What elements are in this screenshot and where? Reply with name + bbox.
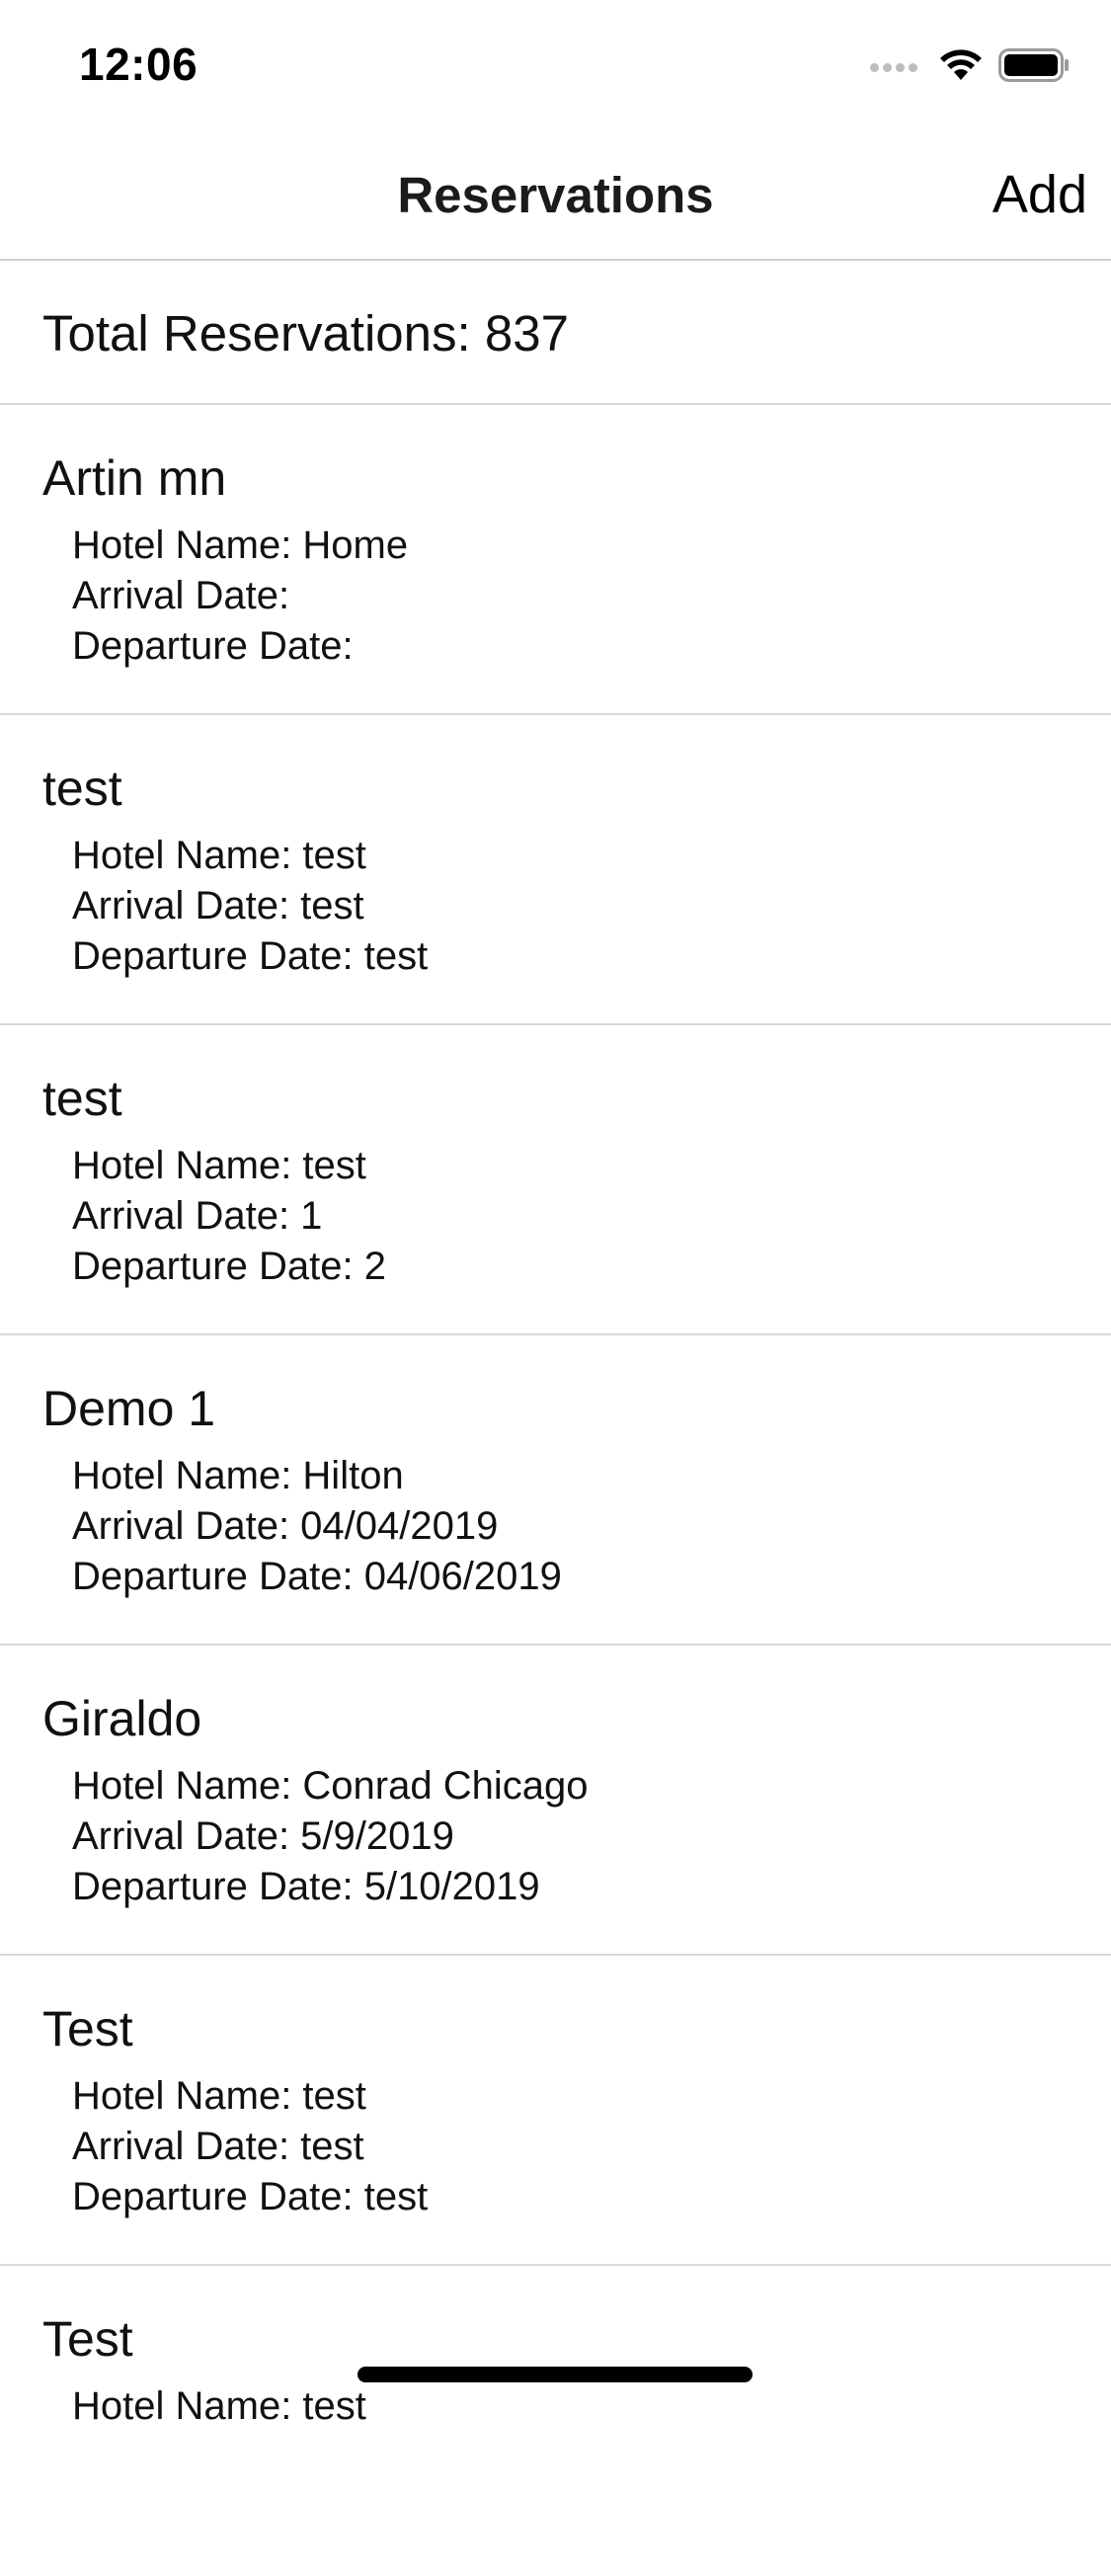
home-indicator[interactable] (357, 2367, 753, 2382)
arrival-date: Arrival Date: (72, 574, 290, 617)
hotel-name: Hotel Name: Conrad Chicago (72, 1764, 589, 1808)
arrival-date: Arrival Date: 04/04/2019 (72, 1504, 499, 1548)
list-item[interactable]: Demo 1 Hotel Name: Hilton Arrival Date: … (0, 1335, 1111, 1646)
guest-name: Demo 1 (42, 1381, 216, 1436)
arrival-date: Arrival Date: test (72, 884, 364, 927)
list-item[interactable]: Test Hotel Name: test Arrival Date: test… (0, 1956, 1111, 2266)
departure-date: Departure Date: 2 (72, 1245, 386, 1288)
status-bar: 12:06 (0, 0, 1111, 130)
hotel-name: Hotel Name: Hilton (72, 1454, 404, 1497)
add-button[interactable]: Add (992, 164, 1087, 225)
battery-icon (998, 47, 1070, 88)
guest-name: Giraldo (42, 1691, 202, 1746)
list-item[interactable]: Giraldo Hotel Name: Conrad Chicago Arriv… (0, 1646, 1111, 1956)
reservation-list[interactable]: Artin mn Hotel Name: Home Arrival Date: … (0, 405, 1111, 2576)
hotel-name: Hotel Name: test (72, 2074, 366, 2118)
hotel-name: Hotel Name: Home (72, 523, 409, 567)
hotel-name: Hotel Name: test (72, 834, 366, 877)
list-item[interactable]: Artin mn Hotel Name: Home Arrival Date: … (0, 405, 1111, 715)
guest-name: Test (42, 2001, 133, 2056)
status-icons (870, 47, 1070, 87)
list-item[interactable]: Test Hotel Name: test (0, 2266, 1111, 2576)
navigation-bar: Reservations Add (0, 130, 1111, 261)
departure-date: Departure Date: 5/10/2019 (72, 1865, 540, 1908)
status-time: 12:06 (79, 39, 198, 90)
departure-date: Departure Date: (72, 624, 354, 668)
total-reservations-row: Total Reservations: 837 (0, 261, 1111, 405)
list-item[interactable]: test Hotel Name: test Arrival Date: test… (0, 715, 1111, 1025)
total-reservations-label: Total Reservations: 837 (42, 305, 569, 362)
departure-date: Departure Date: 04/06/2019 (72, 1555, 562, 1598)
departure-date: Departure Date: test (72, 2175, 429, 2218)
arrival-date: Arrival Date: test (72, 2125, 364, 2168)
departure-date: Departure Date: test (72, 934, 429, 978)
guest-name: Test (42, 2311, 133, 2367)
guest-name: test (42, 1071, 122, 1126)
page-title: Reservations (397, 167, 714, 223)
guest-name: Artin mn (42, 450, 227, 506)
arrival-date: Arrival Date: 1 (72, 1194, 323, 1238)
signal-icon (870, 62, 921, 72)
hotel-name: Hotel Name: test (72, 2384, 366, 2428)
list-item[interactable]: test Hotel Name: test Arrival Date: 1 De… (0, 1025, 1111, 1335)
guest-name: test (42, 761, 122, 816)
hotel-name: Hotel Name: test (72, 1144, 366, 1187)
wifi-icon (939, 48, 983, 87)
arrival-date: Arrival Date: 5/9/2019 (72, 1814, 454, 1858)
